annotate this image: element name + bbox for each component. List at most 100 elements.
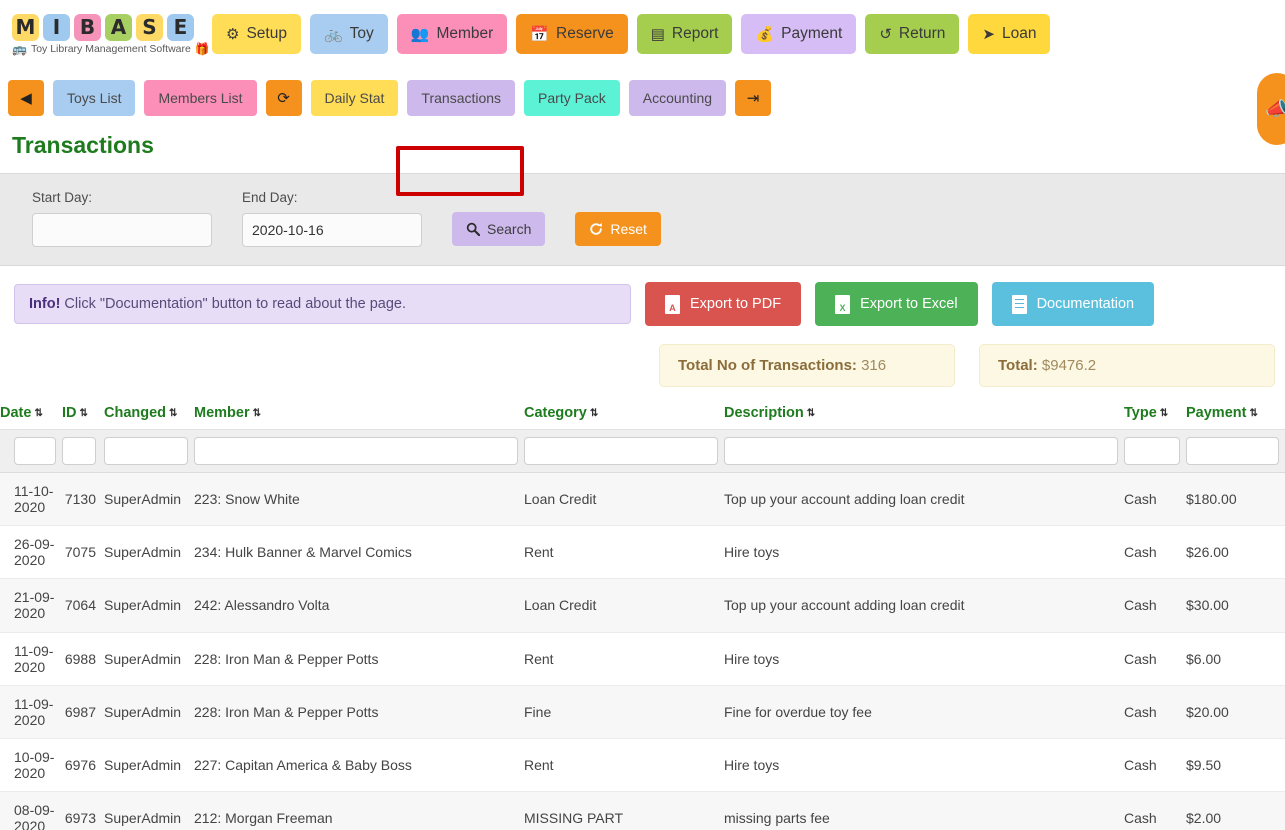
cell-payment: $26.00 <box>1186 525 1285 580</box>
reset-button[interactable]: Reset <box>575 212 661 246</box>
nav-return[interactable]: ↺ Return <box>865 14 960 54</box>
documentation-button-label: Documentation <box>1036 296 1135 312</box>
nav-member-label: Member <box>436 25 494 42</box>
cell-desc: Hire toys <box>724 525 1124 580</box>
column-header-label-changed: Changed <box>104 405 167 421</box>
sort-toggle-icon-type[interactable]: ⇅ <box>1160 408 1168 419</box>
column-header-type[interactable]: Type ⇅ <box>1124 401 1186 430</box>
cell-member: 228: Iron Man & Pepper Potts <box>194 685 524 739</box>
logout-icon: ⇥ <box>746 90 760 107</box>
sort-toggle-icon-changed[interactable]: ⇅ <box>169 408 177 419</box>
filter-cell-id <box>62 429 104 473</box>
filter-input-type[interactable] <box>1124 437 1180 465</box>
sort-toggle-icon-member[interactable]: ⇅ <box>253 408 261 419</box>
cell-id: 6973 <box>62 791 104 830</box>
tagline-text: Toy Library Management Software <box>30 42 191 55</box>
filter-cell-changed <box>104 429 194 473</box>
table-row[interactable]: 11-09- 2020 6987 SuperAdmin 228: Iron Man & … <box>0 685 1285 739</box>
table-filter-row <box>0 429 1285 473</box>
start-day-input[interactable] <box>32 213 212 247</box>
table-row[interactable]: 11-10- 2020 7130 SuperAdmin 223: Snow White L… <box>0 472 1285 527</box>
column-header-category[interactable]: Category ⇅ <box>524 401 724 430</box>
subnav-back[interactable]: ◀ <box>8 80 44 116</box>
total-count-label: Total No of Transactions: <box>678 357 857 374</box>
nav-member[interactable]: 👥 Member <box>396 14 508 54</box>
filter-input-id[interactable] <box>62 437 96 465</box>
filter-input-changed[interactable] <box>104 437 188 465</box>
nav-setup[interactable]: ⚙ Setup <box>212 14 301 54</box>
total-amount-box: Total: $9476.2 <box>979 344 1275 387</box>
total-sum-label: Total: <box>998 357 1038 374</box>
subnav-toys-list[interactable]: Toys List <box>53 80 136 116</box>
nav-payment[interactable]: 💰 Payment <box>741 14 857 54</box>
cell-changed: SuperAdmin <box>104 525 194 580</box>
subnav-accounting[interactable]: Accounting <box>628 80 727 116</box>
table-row[interactable]: 26-09- 2020 7075 SuperAdmin 234: Hulk Banner… <box>0 525 1285 580</box>
nav-report[interactable]: ▤ Report <box>636 14 733 54</box>
end-day-input[interactable] <box>242 213 422 247</box>
subnav-members-list[interactable]: Members List <box>144 80 257 116</box>
search-button[interactable]: Search <box>452 212 546 246</box>
subnav-daily-stat[interactable]: Daily Stat <box>310 80 399 116</box>
filter-cell-payment <box>1186 429 1285 473</box>
cell-changed: SuperAdmin <box>104 472 194 527</box>
subnav-refresh[interactable]: ⟳ <box>265 80 302 116</box>
table-row[interactable]: 21-09- 2020 7064 SuperAdmin 242: Alessandro … <box>0 578 1285 633</box>
filter-input-date[interactable] <box>14 437 56 465</box>
column-header-member[interactable]: Member ⇅ <box>194 401 524 430</box>
documentation-button[interactable]: Documentation <box>991 282 1155 326</box>
totals-row: Total No of Transactions: 316 Total: $94… <box>0 326 1285 387</box>
megaphone-icon: 📣 <box>1265 99 1285 120</box>
sort-toggle-icon-category[interactable]: ⇅ <box>590 408 598 419</box>
table-row[interactable]: 11-09- 2020 6988 SuperAdmin 228: Iron Man & … <box>0 632 1285 686</box>
cell-category: MISSING PART <box>524 791 724 830</box>
table-row[interactable]: 10-09- 2020 6976 SuperAdmin 227: Capitan Ame… <box>0 738 1285 793</box>
logo-letter-e: E <box>167 13 194 41</box>
sort-toggle-icon-date[interactable]: ⇅ <box>34 408 42 419</box>
logo-letter-blocks: MIBASE <box>12 13 212 41</box>
column-header-label-id: ID <box>62 405 77 421</box>
filter-cell-desc <box>724 429 1124 473</box>
app-logo: MIBASE 🚌 Toy Library Management Software… <box>8 13 212 55</box>
sort-toggle-icon-desc[interactable]: ⇅ <box>807 408 815 419</box>
export-button-group: Export to PDF Export to Excel Documentatio… <box>645 282 1155 326</box>
gears-icon: ⚙ <box>226 25 240 43</box>
cell-payment: $2.00 <box>1186 791 1285 830</box>
cell-desc: missing parts fee <box>724 791 1124 830</box>
column-header-label-member: Member <box>194 405 250 421</box>
nav-loan[interactable]: ➤ Loan <box>968 14 1051 54</box>
column-header-payment[interactable]: Payment ⇅ <box>1186 401 1285 430</box>
cell-date: 10-09- 2020 <box>0 738 62 793</box>
start-day-label: Start Day: <box>32 190 93 205</box>
info-prefix: Info! <box>29 296 61 312</box>
cell-category: Loan Credit <box>524 472 724 527</box>
sort-toggle-icon-payment[interactable]: ⇅ <box>1249 408 1257 419</box>
export-pdf-button[interactable]: Export to PDF <box>645 282 802 326</box>
cell-member: 234: Hulk Banner & Marvel Comics <box>194 525 524 580</box>
filter-input-payment[interactable] <box>1186 437 1279 465</box>
column-header-desc[interactable]: Description ⇅ <box>724 401 1124 430</box>
subnav-transactions[interactable]: Transactions <box>407 80 516 116</box>
table-row[interactable]: 08-09- 2020 6973 SuperAdmin 212: Morgan Free… <box>0 791 1285 830</box>
sort-toggle-icon-id[interactable]: ⇅ <box>80 408 88 419</box>
filter-input-category[interactable] <box>524 437 718 465</box>
filter-input-member[interactable] <box>194 437 518 465</box>
info-and-export-row: Info! Click "Documentation" button to re… <box>0 266 1285 326</box>
nav-report-label: Report <box>671 25 719 42</box>
nav-reserve[interactable]: 📅 Reserve <box>516 14 628 54</box>
column-header-label-type: Type <box>1124 405 1157 421</box>
export-excel-button[interactable]: Export to Excel <box>815 282 978 326</box>
feedback-side-tab[interactable]: 📣 <box>1257 73 1285 145</box>
total-count-value: 316 <box>861 357 887 374</box>
subnav-logout[interactable]: ⇥ <box>735 80 772 116</box>
export-pdf-button-label: Export to PDF <box>690 296 782 312</box>
column-header-changed[interactable]: Changed ⇅ <box>104 401 194 430</box>
column-header-date[interactable]: Date ⇅ <box>0 401 62 430</box>
cell-type: Cash <box>1124 791 1186 830</box>
cell-date: 08-09- 2020 <box>0 791 62 830</box>
subnav-party-pack[interactable]: Party Pack <box>524 80 620 116</box>
nav-toy[interactable]: 🚲 Toy <box>309 14 388 54</box>
column-header-label-desc: Description <box>724 405 804 421</box>
filter-input-desc[interactable] <box>724 437 1118 465</box>
column-header-id[interactable]: ID ⇅ <box>62 401 104 430</box>
